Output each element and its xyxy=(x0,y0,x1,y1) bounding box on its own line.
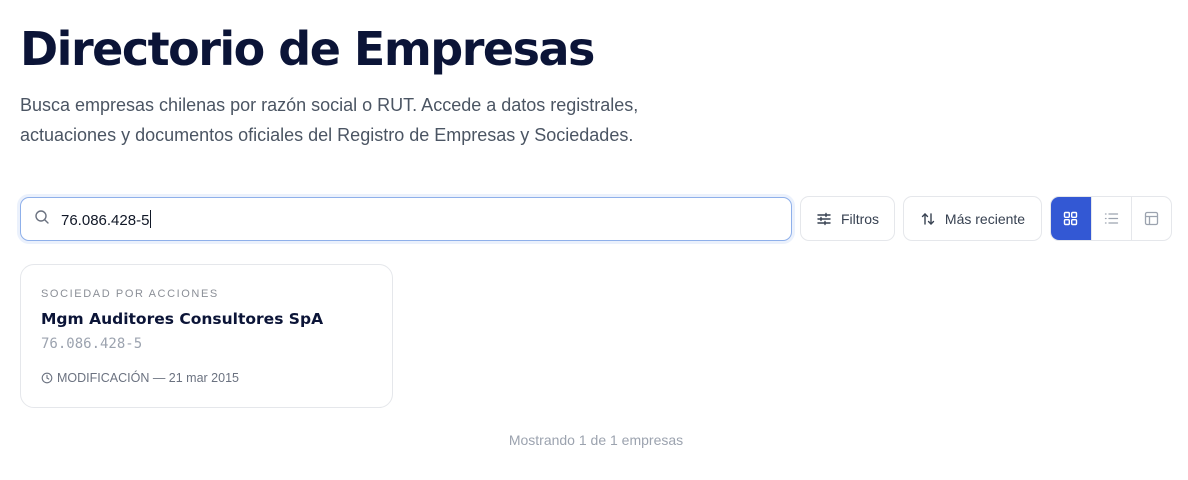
list-view-button[interactable] xyxy=(1090,197,1131,240)
sort-arrows-icon xyxy=(920,211,945,227)
company-last-update: MODIFICACIÓN — 21 mar 2015 xyxy=(41,371,239,385)
sliders-icon xyxy=(816,211,841,227)
grid-view-icon xyxy=(1063,211,1078,226)
page-description: Busca empresas chilenas por razón social… xyxy=(20,95,639,145)
page-title: Directorio de Empresas xyxy=(20,22,595,76)
last-update-text: MODIFICACIÓN — 21 mar 2015 xyxy=(57,371,239,385)
sort-label: Más reciente xyxy=(944,210,1026,227)
grid-view-button[interactable] xyxy=(1051,197,1091,240)
sort-button[interactable]: Más reciente xyxy=(903,196,1042,241)
company-card[interactable]: SOCIEDAD POR ACCIONES Mgm Auditores Cons… xyxy=(20,264,393,408)
search-input[interactable]: 76.086.428-5 xyxy=(20,197,792,241)
results-count: Mostrando 1 de 1 empresas xyxy=(508,432,684,448)
filters-label: Filtros xyxy=(840,210,880,227)
clock-icon xyxy=(41,372,57,384)
text-cursor xyxy=(150,209,152,228)
company-type: SOCIEDAD POR ACCIONES xyxy=(41,288,219,300)
table-view-icon xyxy=(1144,211,1159,226)
search-value[interactable]: 76.086.428-5 xyxy=(61,209,152,229)
view-toggle xyxy=(1050,196,1172,241)
company-rut: 76.086.428-5 xyxy=(41,336,143,352)
search-icon xyxy=(34,209,50,230)
table-view-button[interactable] xyxy=(1130,197,1171,240)
company-name[interactable]: Mgm Auditores Consultores SpA xyxy=(41,310,323,328)
list-view-icon xyxy=(1104,211,1119,226)
filters-button[interactable]: Filtros xyxy=(800,196,895,241)
